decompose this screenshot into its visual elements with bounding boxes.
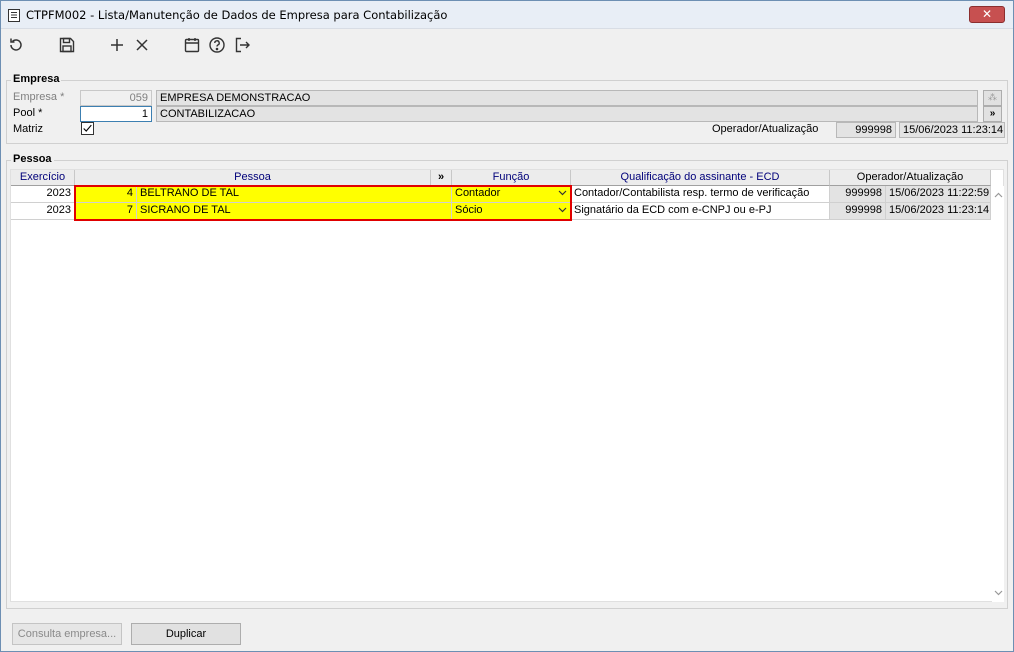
col-qualificacao[interactable]: Qualificação do assinante - ECD	[571, 170, 830, 186]
col-expand-button[interactable]: »	[431, 170, 452, 186]
toolbar	[1, 29, 1013, 61]
pessoa-grid: Exercício Pessoa » Função Qualificação d…	[10, 169, 1004, 602]
cell-operador: 999998	[830, 203, 886, 220]
cell-pessoa-codigo[interactable]: 7	[75, 203, 137, 220]
scroll-up-icon[interactable]	[994, 192, 1003, 198]
funcao-value: Sócio	[455, 204, 483, 216]
add-icon[interactable]	[106, 34, 128, 56]
table-row[interactable]: 2023 4 BELTRANO DE TAL Contador Contador…	[11, 186, 991, 203]
scroll-down-icon[interactable]	[994, 590, 1003, 596]
wand-icon: ⁂	[988, 92, 997, 102]
pool-lookup-button[interactable]: »	[983, 106, 1002, 122]
funcao-value: Contador	[455, 187, 501, 199]
chevron-down-icon	[558, 207, 567, 213]
pool-label: Pool *	[13, 107, 43, 119]
cell-atualizacao: 15/06/2023 11:23:14	[886, 203, 991, 220]
cell-atualizacao: 15/06/2023 11:22:59	[886, 186, 991, 203]
cell-exercicio[interactable]: 2023	[11, 186, 75, 203]
save-icon[interactable]	[56, 34, 78, 56]
cell-qualificacao[interactable]: Signatário da ECD com e-CNPJ ou e-PJ	[571, 203, 830, 220]
empresa-lookup-button: ⁂	[983, 90, 1002, 106]
matriz-checkbox[interactable]	[81, 122, 94, 135]
calendar-icon[interactable]	[181, 34, 203, 56]
document-icon	[8, 9, 20, 22]
pool-code-field[interactable]: 1	[80, 106, 152, 122]
atualizacao-field: 15/06/2023 11:23:14	[899, 122, 1005, 138]
pessoa-legend: Pessoa	[11, 153, 54, 165]
empresa-legend: Empresa	[11, 73, 62, 85]
grid-header: Exercício Pessoa » Função Qualificação d…	[11, 170, 991, 186]
operador-field: 999998	[836, 122, 896, 138]
exit-icon[interactable]	[231, 34, 253, 56]
cell-funcao-select[interactable]: Sócio	[452, 203, 571, 220]
cell-pessoa-nome[interactable]: SICRANO DE TAL	[137, 203, 452, 220]
consulta-empresa-button[interactable]: Consulta empresa...	[12, 623, 122, 645]
operador-label: Operador/Atualização	[712, 123, 819, 135]
vertical-scrollbar[interactable]	[992, 186, 1004, 602]
check-icon	[83, 124, 92, 132]
col-pessoa[interactable]: Pessoa	[75, 170, 431, 186]
col-operador[interactable]: Operador/Atualização	[830, 170, 991, 186]
cell-qualificacao[interactable]: Contador/Contabilista resp. termo de ver…	[571, 186, 830, 203]
empresa-name-field: EMPRESA DEMONSTRACAO	[156, 90, 978, 106]
empresa-code-field: 059	[80, 90, 152, 106]
table-row[interactable]: 2023 7 SICRANO DE TAL Sócio Signatário d…	[11, 203, 991, 220]
refresh-icon[interactable]	[5, 34, 27, 56]
main-window: CTPFM002 - Lista/Manutenção de Dados de …	[0, 0, 1014, 652]
duplicar-button[interactable]: Duplicar	[131, 623, 241, 645]
delete-icon[interactable]	[131, 34, 153, 56]
window-title: CTPFM002 - Lista/Manutenção de Dados de …	[26, 8, 448, 22]
cell-operador: 999998	[830, 186, 886, 203]
cell-exercicio[interactable]: 2023	[11, 203, 75, 220]
empresa-label: Empresa *	[13, 91, 65, 103]
cell-funcao-select[interactable]: Contador	[452, 186, 571, 203]
pool-name-field: CONTABILIZACAO	[156, 106, 978, 122]
cell-pessoa-nome[interactable]: BELTRANO DE TAL	[137, 186, 452, 203]
help-icon[interactable]	[206, 34, 228, 56]
chevron-down-icon	[558, 190, 567, 196]
cell-pessoa-codigo[interactable]: 4	[75, 186, 137, 203]
matriz-label: Matriz	[13, 123, 43, 135]
title-bar: CTPFM002 - Lista/Manutenção de Dados de …	[1, 1, 1013, 29]
col-exercicio[interactable]: Exercício	[11, 170, 75, 186]
col-funcao[interactable]: Função	[452, 170, 571, 186]
close-button[interactable]: ✕	[969, 6, 1005, 23]
